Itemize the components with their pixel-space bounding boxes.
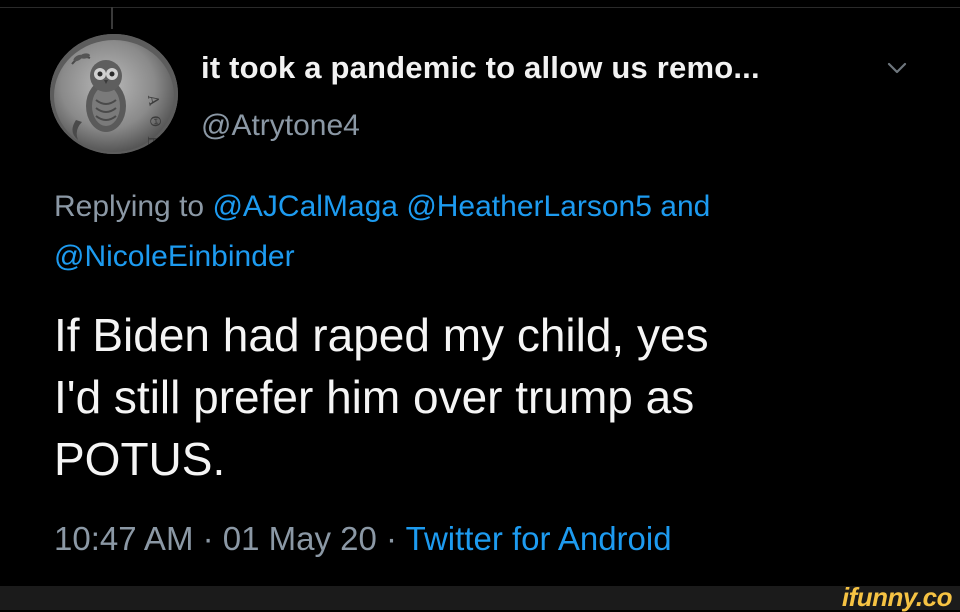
replying-to-line: Replying to @AJCalMaga @HeatherLarson5 a… [54,190,710,224]
avatar[interactable]: A Θ E [50,34,178,154]
meta-separator: · [202,520,214,557]
tweet-text-line: POTUS. [54,433,226,485]
tweet-text: If Biden had raped my child, yes I'd sti… [54,304,914,490]
user-handle[interactable]: @Atrytone4 [201,109,360,143]
ifunny-watermark: ifunny.co [841,582,953,612]
replying-to-label: Replying to [54,190,205,223]
svg-text:Θ: Θ [146,115,163,128]
tweet-metadata: 10:47 AM · 01 May 20 · Twitter for Andro… [54,520,672,558]
chevron-down-icon[interactable] [886,60,908,76]
tweet-time[interactable]: 10:47 AM [54,520,193,557]
replying-to-line-continued: @NicoleEinbinder [54,240,295,274]
tweet-date[interactable]: 01 May 20 [223,520,377,557]
display-name[interactable]: it took a pandemic to allow us remo... [201,50,760,86]
tweet-source-link[interactable]: Twitter for Android [406,520,672,557]
watermark-bar [0,586,960,610]
thread-line [111,7,113,29]
svg-text:E: E [144,136,160,146]
mention-link[interactable]: @AJCalMaga [212,190,398,223]
mention-link[interactable]: @HeatherLarson5 [406,190,652,223]
mention-conjunction[interactable]: and [660,190,710,223]
meta-separator: · [386,520,398,557]
owl-coin-icon: A Θ E [50,34,178,154]
tweet-text-line: If Biden had raped my child, yes [54,309,709,361]
mention-link[interactable]: @NicoleEinbinder [54,240,295,273]
tweet-text-line: I'd still prefer him over trump as [54,371,695,423]
top-divider [0,7,960,8]
